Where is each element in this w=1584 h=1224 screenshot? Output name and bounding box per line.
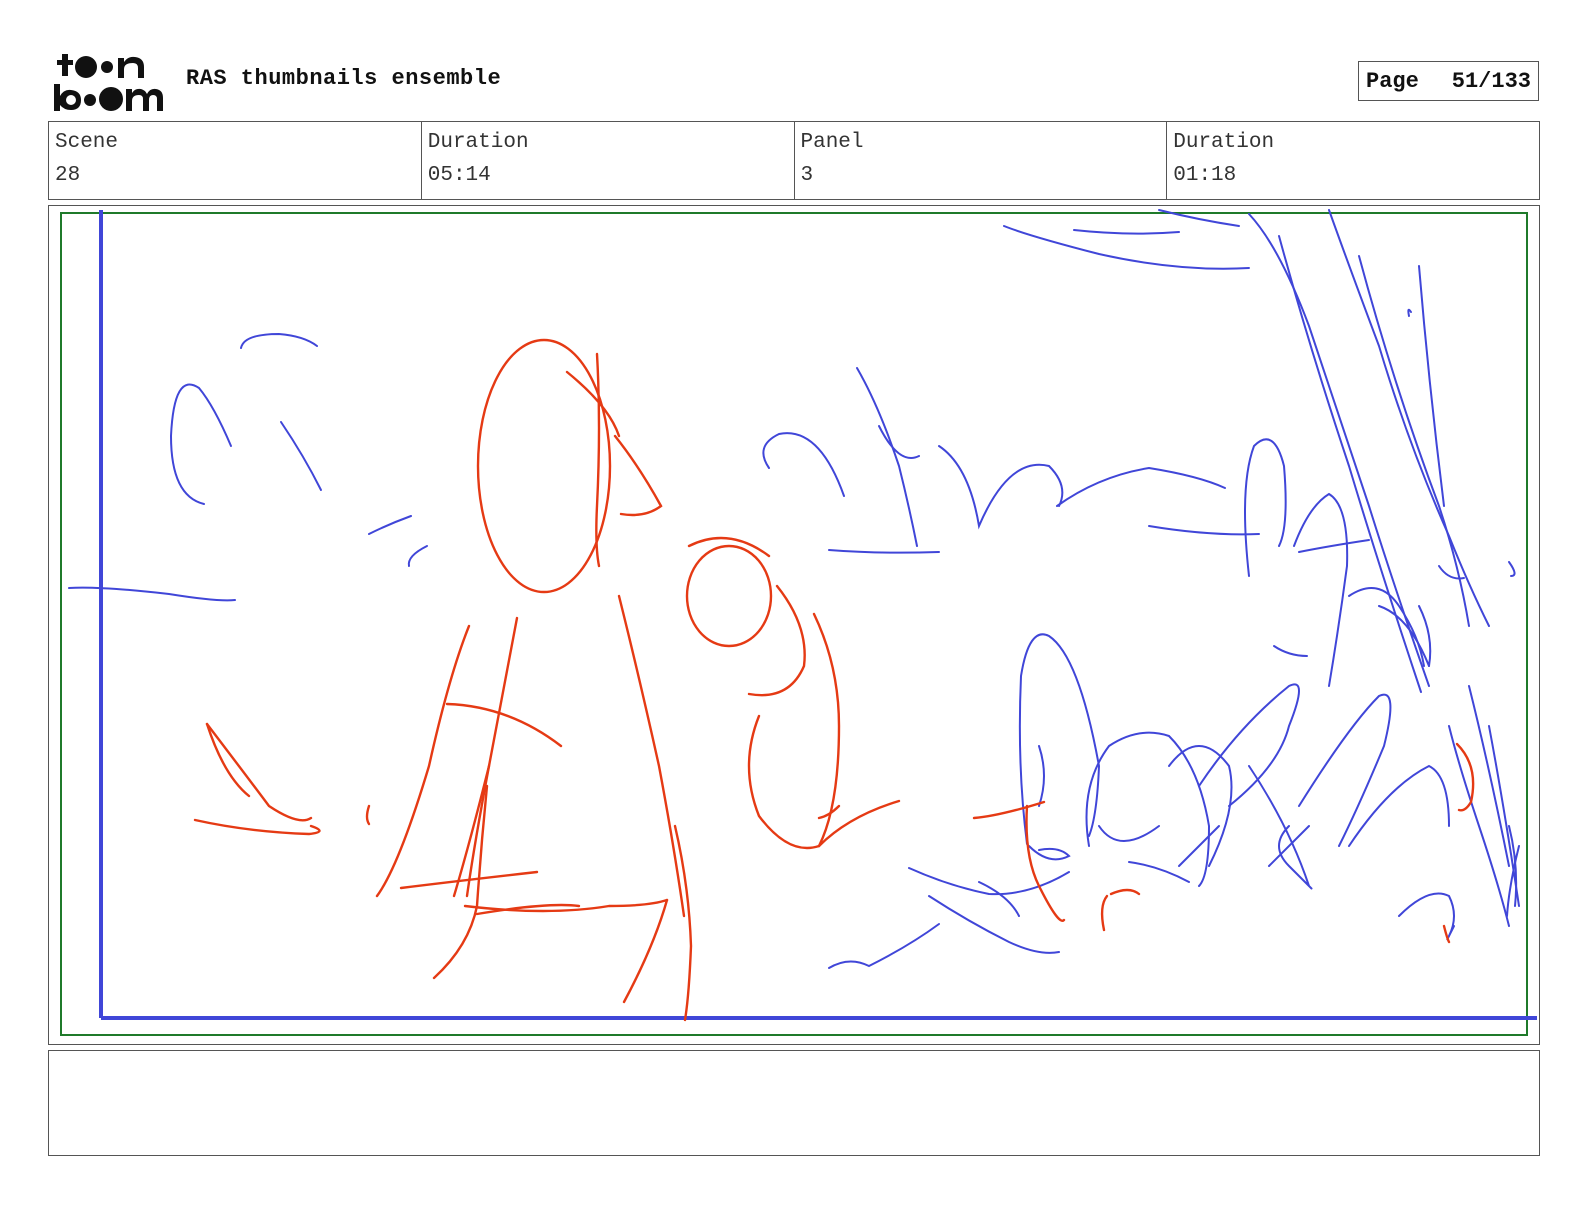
page-number: 51/133	[1451, 68, 1531, 94]
scene-duration-cell: Duration 05:14	[422, 122, 795, 199]
scene-label: Scene	[55, 131, 119, 154]
camera-frame	[99, 210, 1537, 1020]
scene-cell: Scene 28	[49, 122, 422, 199]
scene-duration-label: Duration	[427, 131, 529, 154]
scene-value: 28	[55, 164, 81, 187]
character-head	[476, 338, 612, 594]
panel-cell: Panel 3	[795, 122, 1168, 199]
project-title: RAS thumbnails ensemble	[186, 66, 502, 91]
panel-duration-cell: Duration 01:18	[1167, 122, 1539, 199]
storyboard-panel	[48, 205, 1540, 1045]
panel-label: Panel	[800, 131, 864, 154]
second-character-head	[685, 544, 773, 648]
page-indicator: Page 51/133	[1358, 61, 1539, 101]
panel-value: 3	[800, 164, 814, 187]
blue-sketch-strokes	[68, 209, 1520, 969]
scene-duration-value: 05:14	[427, 164, 491, 187]
scene-info-table: Scene 28 Duration 05:14 Panel 3 Duration…	[48, 121, 1540, 200]
panel-sketch	[60, 209, 1537, 1036]
panel-duration-label: Duration	[1173, 131, 1275, 154]
panel-notes-box[interactable]	[48, 1050, 1540, 1156]
page-label: Page	[1366, 68, 1419, 94]
toon-boom-logo	[54, 54, 163, 111]
panel-duration-value: 01:18	[1173, 164, 1237, 187]
red-sketch-strokes	[193, 338, 1475, 1022]
